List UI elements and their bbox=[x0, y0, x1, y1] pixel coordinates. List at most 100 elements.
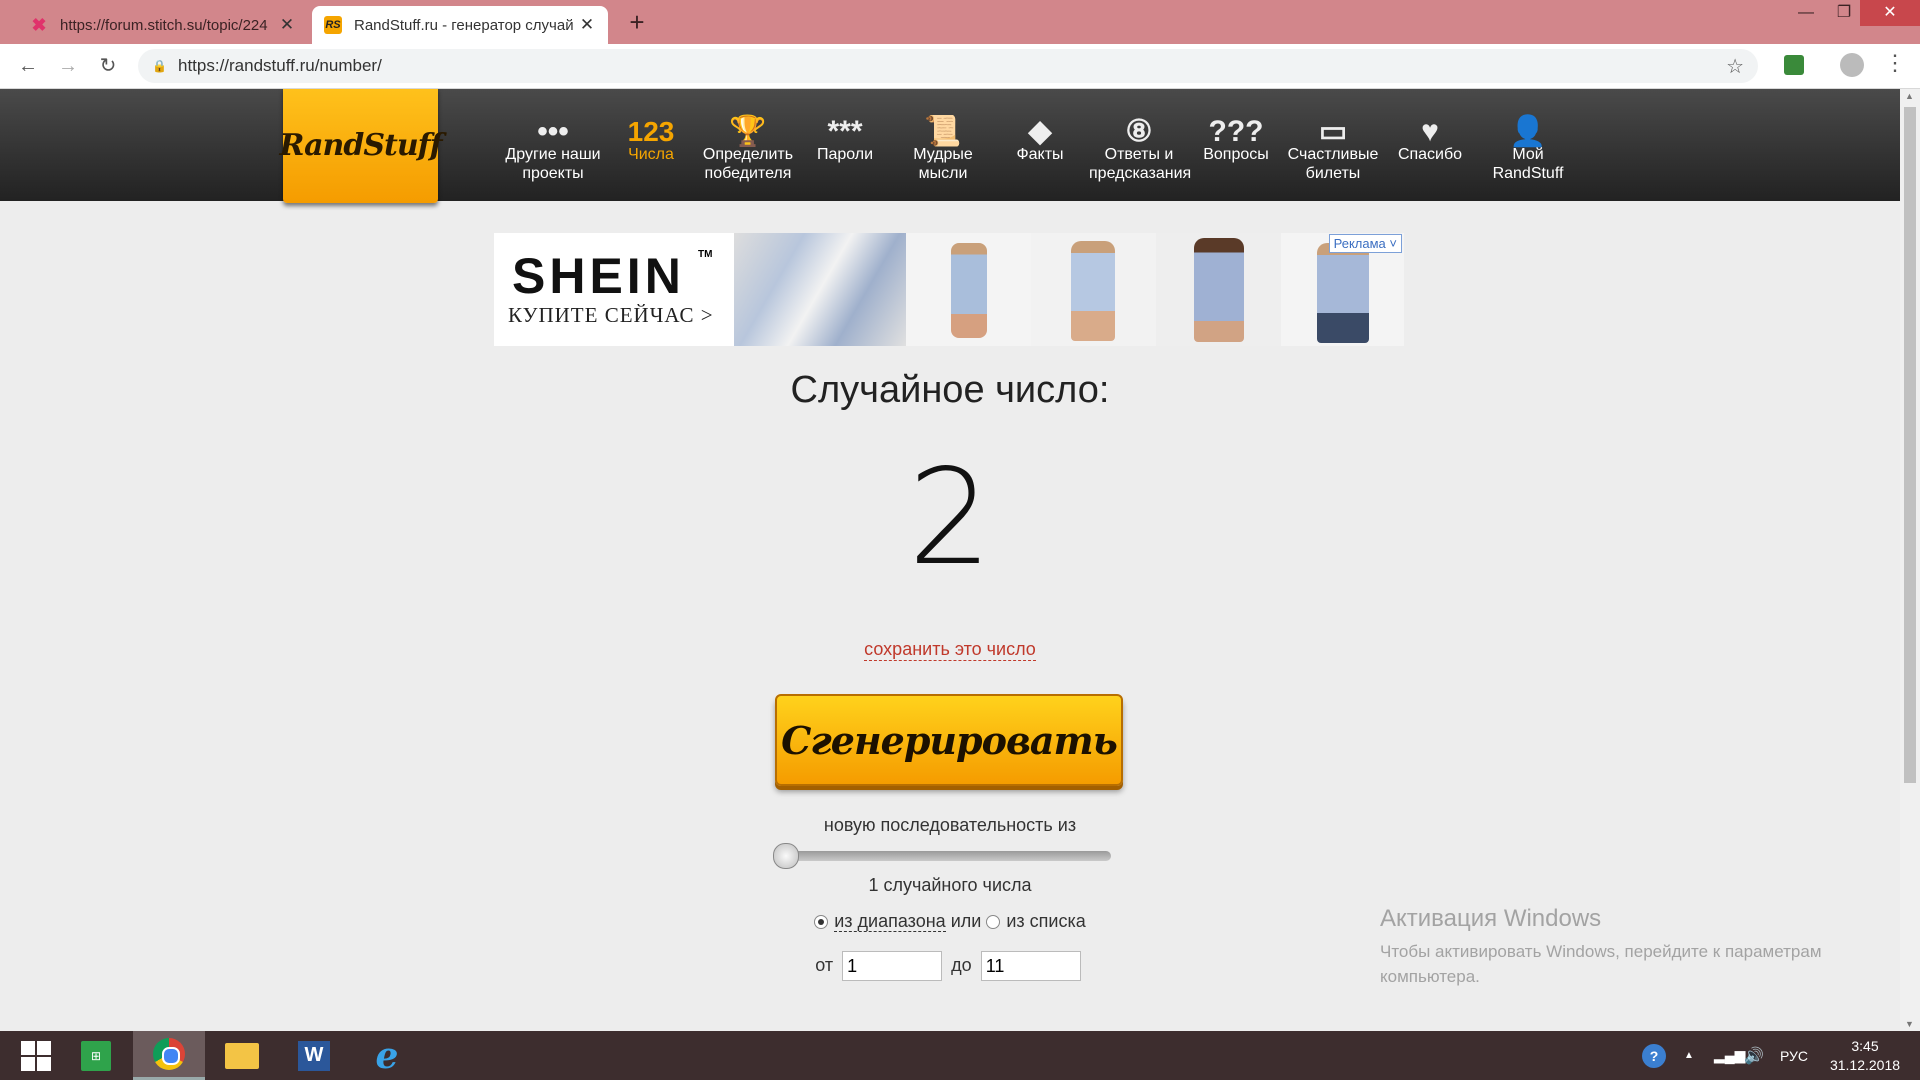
browser-menu-icon[interactable]: ⋮ bbox=[1884, 50, 1906, 76]
radio-list[interactable] bbox=[986, 915, 1001, 930]
mode-range-label[interactable]: из диапазона bbox=[834, 911, 946, 932]
folder-icon bbox=[225, 1042, 259, 1069]
mode-list-label[interactable]: из списка bbox=[1006, 911, 1085, 931]
taskbar-store[interactable]: ⊞ bbox=[60, 1031, 132, 1080]
nav-thanks[interactable]: ♥ Спасибо bbox=[1380, 89, 1480, 201]
nav-my-randstuff[interactable]: 👤 Мой RandStuff bbox=[1478, 89, 1578, 201]
mode-or-text: или bbox=[950, 911, 982, 931]
nav-label: Счастливые билеты bbox=[1287, 146, 1379, 182]
nav-other-projects[interactable]: ••• Другие наши проекты bbox=[503, 89, 603, 201]
windows-logo-icon bbox=[21, 1040, 51, 1071]
ad-trademark: TM bbox=[698, 249, 713, 260]
site-logo[interactable]: RandStuff bbox=[280, 89, 443, 203]
ad-banner[interactable]: SHEIN TM КУПИТЕ СЕЙЧАС > Реклама ˅ bbox=[494, 233, 1404, 346]
ad-brand-name: SHEIN bbox=[512, 248, 685, 304]
from-label: от bbox=[815, 954, 834, 975]
logo-text: RandStuff bbox=[279, 127, 443, 163]
browser-tab-bar: ✖ https://forum.stitch.su/topic/224 ✕ RS… bbox=[0, 0, 1920, 44]
site-navigation: RandStuff ••• Другие наши проекты 123 Чи… bbox=[0, 89, 1900, 203]
nav-label: Мудрые мысли bbox=[913, 146, 973, 182]
word-icon: W bbox=[298, 1040, 330, 1071]
back-button[interactable]: ← bbox=[14, 52, 42, 80]
nav-label: Другие наши проекты bbox=[505, 146, 601, 182]
scroll-down-icon[interactable]: ▼ bbox=[1905, 1019, 1914, 1029]
scroll-up-icon[interactable]: ▲ bbox=[1905, 91, 1914, 101]
bookmark-star-icon[interactable]: ☆ bbox=[1726, 54, 1744, 79]
numbers-icon: 123 bbox=[627, 116, 675, 147]
exclamation-diamond-icon: ◆ bbox=[1028, 115, 1052, 148]
tab-forum-stitch[interactable]: ✖ https://forum.stitch.su/topic/224 ✕ bbox=[18, 6, 308, 44]
internet-explorer-icon: e bbox=[375, 1034, 399, 1077]
ticket-icon: ▭ bbox=[1318, 115, 1348, 148]
page-title: Случайное число: bbox=[790, 369, 1110, 411]
clock-date: 31.12.2018 bbox=[1829, 1057, 1901, 1073]
nav-facts[interactable]: ◆ Факты bbox=[990, 89, 1090, 201]
ad-photo bbox=[734, 233, 906, 346]
eight-ball-icon: ⑧ bbox=[1125, 115, 1153, 148]
taskbar-explorer[interactable] bbox=[206, 1031, 278, 1080]
generate-button[interactable]: Сгенерировать bbox=[775, 694, 1123, 786]
nav-answers[interactable]: ⑧ Ответы и предсказания bbox=[1089, 89, 1192, 201]
taskbar-ie[interactable]: e bbox=[351, 1031, 423, 1080]
nav-numbers[interactable]: 123 Числа bbox=[601, 89, 701, 201]
ad-cta: КУПИТЕ СЕЙЧАС > bbox=[508, 303, 714, 327]
scroll-icon: 📜 bbox=[924, 115, 962, 148]
sequence-label: новую последовательность из bbox=[823, 815, 1077, 835]
taskbar-word[interactable]: W bbox=[278, 1031, 350, 1080]
trophy-icon: 🏆 bbox=[729, 115, 767, 148]
lock-icon: 🔒 bbox=[152, 59, 167, 73]
reload-button[interactable]: ↻ bbox=[94, 52, 122, 80]
url-field[interactable]: 🔒 https://randstuff.ru/number/ ☆ bbox=[138, 49, 1758, 83]
chrome-icon bbox=[153, 1038, 185, 1070]
taskbar-chrome[interactable] bbox=[133, 1031, 205, 1080]
store-icon: ⊞ bbox=[81, 1040, 111, 1071]
scrollbar-thumb[interactable] bbox=[1904, 107, 1916, 783]
ad-label[interactable]: Реклама ˅ bbox=[1328, 234, 1402, 253]
close-tab-icon[interactable]: ✕ bbox=[578, 15, 596, 35]
nav-wise-thoughts[interactable]: 📜 Мудрые мысли bbox=[893, 89, 993, 201]
stitch-favicon-icon: ✖ bbox=[31, 14, 47, 35]
radio-range[interactable] bbox=[814, 915, 829, 930]
nav-questions[interactable]: ??? Вопросы bbox=[1186, 89, 1286, 201]
nav-label: Спасибо bbox=[1397, 146, 1463, 163]
nav-label: Пароли bbox=[816, 146, 874, 163]
taskbar-clock[interactable]: 3:45 31.12.2018 bbox=[1820, 1037, 1910, 1075]
new-tab-button[interactable]: + bbox=[622, 6, 652, 38]
watermark-text: Чтобы активировать Windows, перейдите к … bbox=[1380, 942, 1822, 986]
save-number-link-text: сохранить это число bbox=[864, 639, 1036, 661]
nav-winner[interactable]: 🏆 Определить победителя bbox=[698, 89, 798, 201]
nav-label: Ответы и предсказания bbox=[1089, 146, 1192, 182]
extension-icon[interactable] bbox=[1784, 55, 1804, 75]
generate-button-label: Сгенерировать bbox=[781, 717, 1118, 763]
tray-expand-icon[interactable]: ▲ bbox=[1684, 1031, 1694, 1080]
nav-lucky-tickets[interactable]: ▭ Счастливые билеты bbox=[1283, 89, 1383, 201]
clock-time: 3:45 bbox=[1851, 1038, 1879, 1054]
password-icon: *** bbox=[827, 115, 863, 148]
nav-label: Вопросы bbox=[1203, 146, 1269, 163]
page-scrollbar[interactable]: ▲ ▼ bbox=[1900, 89, 1920, 1031]
close-window-button[interactable]: ✕ bbox=[1860, 0, 1920, 26]
close-tab-icon[interactable]: ✕ bbox=[278, 15, 296, 35]
language-indicator[interactable]: РУС bbox=[1780, 1031, 1808, 1080]
to-label: до bbox=[951, 954, 972, 975]
randstuff-favicon-icon: RS bbox=[324, 16, 342, 34]
save-number-link[interactable]: сохранить это число bbox=[0, 639, 1900, 661]
heart-icon: ♥ bbox=[1421, 115, 1439, 148]
count-label: 1 случайного числа bbox=[868, 875, 1032, 895]
network-icon[interactable]: ▂▄▆ bbox=[1714, 1031, 1745, 1080]
count-slider[interactable] bbox=[773, 843, 1111, 869]
nav-label: Числа bbox=[628, 146, 674, 163]
help-tray-icon[interactable]: ? bbox=[1642, 1031, 1666, 1080]
volume-icon[interactable]: 🔊 bbox=[1744, 1031, 1764, 1080]
help-icon: ? bbox=[1642, 1043, 1666, 1068]
tab-randstuff[interactable]: RS RandStuff.ru - генератор случай ✕ bbox=[312, 6, 608, 44]
to-input[interactable] bbox=[980, 951, 1081, 981]
ad-brand-block: SHEIN TM КУПИТЕ СЕЙЧАС > bbox=[494, 233, 734, 346]
from-input[interactable] bbox=[842, 951, 943, 981]
forward-button[interactable]: → bbox=[54, 52, 82, 80]
slider-handle[interactable] bbox=[773, 843, 799, 869]
dots-icon: ••• bbox=[537, 115, 569, 148]
nav-passwords[interactable]: *** Пароли bbox=[795, 89, 895, 201]
nav-label: Мой RandStuff bbox=[1492, 146, 1564, 182]
profile-icon[interactable] bbox=[1840, 53, 1864, 77]
